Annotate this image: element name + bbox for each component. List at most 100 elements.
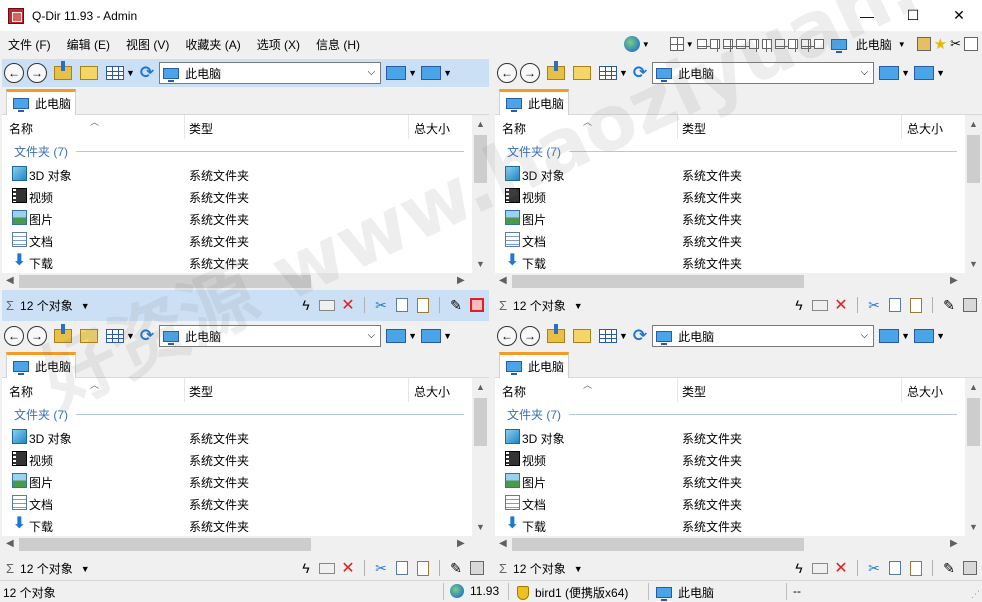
back-icon[interactable]: ← (4, 63, 24, 83)
monitor-icon[interactable] (386, 66, 407, 80)
list-item[interactable]: ⬇ 下载 系统文件夹 (2, 251, 472, 273)
lightning-icon[interactable]: ϟ (791, 560, 807, 576)
computer-icon[interactable] (830, 38, 847, 53)
chevron-down-icon[interactable]: ▼ (443, 68, 452, 78)
list-item[interactable]: 视频 系统文件夹 (495, 448, 965, 470)
select-all-icon[interactable] (470, 561, 484, 575)
scroll-down-icon[interactable]: ▼ (476, 522, 485, 532)
horizontal-scrollbar[interactable]: ◀ ▶ (2, 536, 472, 553)
chevron-down-icon[interactable]: ▼ (898, 40, 906, 49)
column-divider[interactable] (677, 115, 678, 139)
layout-icon[interactable] (709, 39, 720, 52)
list-item[interactable]: 3D 对象 系统文件夹 (2, 163, 472, 185)
scroll-thumb[interactable] (967, 135, 980, 183)
monitor-icon[interactable] (879, 66, 900, 80)
list-item[interactable]: 3D 对象 系统文件夹 (495, 163, 965, 185)
tools-icon[interactable]: ✂ (950, 36, 961, 52)
maximize-button[interactable]: ☐ (890, 0, 936, 31)
scroll-right-icon[interactable]: ▶ (457, 538, 465, 549)
resize-grip-icon[interactable]: ⋰ (971, 589, 980, 600)
scroll-down-icon[interactable]: ▼ (969, 259, 978, 269)
chevron-down-icon[interactable]: ▼ (126, 68, 135, 78)
column-size[interactable]: 总大小 (414, 120, 450, 137)
scroll-up-icon[interactable]: ▲ (476, 119, 485, 129)
back-icon[interactable]: ← (497, 326, 517, 346)
view-mode-icon[interactable] (106, 66, 124, 80)
scroll-right-icon[interactable]: ▶ (457, 275, 465, 286)
chevron-down-icon[interactable]: ▼ (901, 331, 910, 341)
refresh-icon[interactable]: ⟳ (140, 63, 154, 83)
list-item[interactable]: 视频 系统文件夹 (2, 185, 472, 207)
scroll-up-icon[interactable]: ▲ (969, 119, 978, 129)
monitor-icon[interactable] (421, 329, 442, 343)
column-name[interactable]: 名称 (502, 120, 526, 137)
column-divider[interactable] (901, 378, 902, 402)
chevron-down-icon[interactable]: ▼ (619, 68, 628, 78)
list-item[interactable]: 文档 系统文件夹 (2, 492, 472, 514)
vertical-scrollbar[interactable]: ▲ ▼ (965, 115, 982, 273)
chevron-down-icon[interactable]: ▼ (619, 331, 628, 341)
list-item[interactable]: 视频 系统文件夹 (495, 185, 965, 207)
menu-file[interactable]: 文件 (F) (0, 36, 59, 53)
forward-icon[interactable]: → (27, 63, 47, 83)
tab-this-pc[interactable]: 此电脑 (6, 352, 76, 378)
status-version[interactable]: 11.93 (450, 584, 499, 598)
monitor-icon[interactable] (914, 329, 935, 343)
chevron-down-icon[interactable]: ▼ (408, 68, 417, 78)
scroll-up-icon[interactable]: ▲ (969, 382, 978, 392)
paste-icon[interactable] (417, 560, 429, 576)
tab-this-pc[interactable]: 此电脑 (499, 352, 569, 378)
list-item[interactable]: 文档 系统文件夹 (2, 229, 472, 251)
lightning-icon[interactable]: ϟ (791, 297, 807, 313)
cut-icon[interactable]: ✂ (373, 297, 389, 313)
globe-icon[interactable] (623, 36, 640, 52)
chevron-down-icon[interactable]: ⌵ (861, 67, 869, 78)
close-button[interactable]: ✕ (936, 0, 982, 31)
menu-favorites[interactable]: 收藏夹 (A) (177, 36, 248, 53)
column-divider[interactable] (408, 378, 409, 402)
list-item[interactable]: 文档 系统文件夹 (495, 229, 965, 251)
rename-icon[interactable]: ✎ (448, 560, 464, 576)
scroll-thumb[interactable] (19, 538, 311, 551)
vertical-scrollbar[interactable]: ▲ ▼ (472, 115, 489, 273)
chevron-down-icon[interactable]: ⌵ (368, 67, 376, 78)
rename-icon[interactable]: ✎ (941, 297, 957, 313)
list-item[interactable]: 视频 系统文件夹 (2, 448, 472, 470)
copy-icon[interactable] (889, 561, 901, 575)
menu-edit[interactable]: 编辑 (E) (59, 36, 118, 53)
delete-icon[interactable]: ✕ (833, 560, 849, 577)
new-folder-icon[interactable] (80, 66, 98, 80)
scroll-down-icon[interactable]: ▼ (476, 259, 485, 269)
list-item[interactable]: ⬇ 下载 系统文件夹 (495, 251, 965, 273)
column-size[interactable]: 总大小 (907, 383, 943, 400)
group-header[interactable]: 文件夹 (7) (14, 406, 469, 422)
scroll-left-icon[interactable]: ◀ (6, 275, 14, 286)
rename-icon[interactable]: ✎ (448, 297, 464, 313)
column-type[interactable]: 类型 (682, 383, 706, 400)
chevron-down-icon[interactable]: ▼ (443, 331, 452, 341)
object-count-dropdown[interactable]: 12 个对象 ▼ (20, 560, 92, 577)
group-header[interactable]: 文件夹 (7) (507, 143, 962, 159)
column-size[interactable]: 总大小 (907, 120, 943, 137)
scroll-thumb[interactable] (19, 275, 311, 288)
chevron-down-icon[interactable]: ▼ (936, 331, 945, 341)
tab-this-pc[interactable]: 此电脑 (6, 89, 76, 115)
print-icon[interactable] (916, 37, 931, 51)
column-type[interactable]: 类型 (682, 120, 706, 137)
chevron-down-icon[interactable]: ▼ (901, 68, 910, 78)
minimize-button[interactable]: — (844, 0, 890, 31)
column-name[interactable]: 名称 (9, 383, 33, 400)
object-count-dropdown[interactable]: 12 个对象 ▼ (513, 297, 585, 314)
chevron-down-icon[interactable]: ▼ (408, 331, 417, 341)
column-name[interactable]: 名称 (502, 383, 526, 400)
forward-icon[interactable]: → (520, 63, 540, 83)
back-icon[interactable]: ← (497, 63, 517, 83)
delete-icon[interactable]: ✕ (833, 297, 849, 314)
select-all-icon[interactable] (963, 561, 977, 575)
scroll-thumb[interactable] (474, 398, 487, 446)
delete-icon[interactable]: ✕ (340, 297, 356, 314)
scroll-thumb[interactable] (512, 275, 804, 288)
refresh-icon[interactable]: ⟳ (140, 326, 154, 346)
scroll-left-icon[interactable]: ◀ (499, 538, 507, 549)
column-size[interactable]: 总大小 (414, 383, 450, 400)
